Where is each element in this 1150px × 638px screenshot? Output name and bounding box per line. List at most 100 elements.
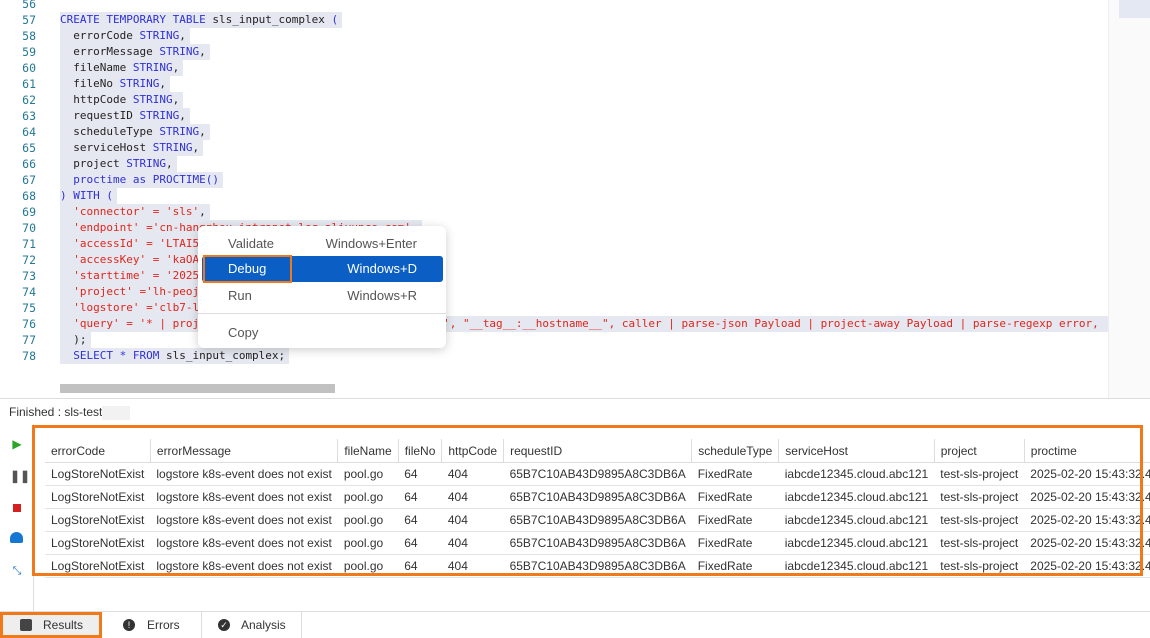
code-token: sls_input_complex;: [165, 349, 286, 362]
play-icon[interactable]: ▶: [10, 437, 24, 451]
line-number: 69: [22, 205, 36, 219]
code-text: CREATE TEMPORARY TABLE sls_input_complex…: [60, 12, 343, 28]
code-text: fileName STRING,: [60, 60, 184, 76]
code-line[interactable]: 57 CREATE TEMPORARY TABLE sls_input_compl…: [0, 12, 1108, 28]
code-token: STRING: [139, 109, 180, 122]
code-text: project STRING,: [60, 156, 177, 172]
tab-results[interactable]: Results: [0, 612, 102, 638]
code-line[interactable]: 73 'starttime' = '2025: [0, 268, 1108, 284]
menu-item-validate[interactable]: Validate Windows+Enter: [202, 231, 443, 257]
dashboard-icon[interactable]: [10, 532, 24, 546]
code-line[interactable]: 67 proctime as PROCTIME(): [0, 172, 1108, 188]
code-token: STRING: [119, 77, 160, 90]
code-token: fileNo: [60, 77, 120, 90]
pause-icon[interactable]: ❚❚: [10, 469, 30, 483]
code-token: ', "__tag__:__hostname__", caller | pars…: [443, 317, 1112, 330]
code-token: ,: [199, 205, 206, 218]
code-text: ) WITH (: [60, 188, 117, 204]
code-text: 'starttime' = '2025: [60, 268, 204, 284]
code-token: STRING: [159, 125, 200, 138]
code-token: ,: [179, 109, 186, 122]
code-text: 'project' ='lh-peoj: [60, 284, 204, 300]
code-line[interactable]: 63 requestID STRING,: [0, 108, 1108, 124]
code-text: 'connector' = 'sls',: [60, 204, 210, 220]
code-line[interactable]: 77 );: [0, 332, 1108, 348]
code-line[interactable]: 70 'endpoint' ='cn-hangzhou-intranet.log…: [0, 220, 1108, 236]
code-text: 'accessId' = 'LTAI5: [60, 236, 204, 252]
code-token: 'logstore' ='clb7-l: [60, 301, 200, 314]
code-line[interactable]: 71 'accessId' = 'LTAI5: [0, 236, 1108, 252]
minimap[interactable]: [1108, 0, 1150, 398]
code-token: STRING: [139, 29, 180, 42]
line-number: 72: [22, 253, 36, 267]
code-token: STRING: [132, 93, 173, 106]
code-token: errorCode: [60, 29, 140, 42]
code-token: requestID: [60, 109, 140, 122]
context-menu: Validate Windows+Enter Debug Windows+D Run…: [198, 226, 446, 348]
code-editor[interactable]: 56 57 CREATE TEMPORARY TABLE sls_input_com…: [0, 0, 1116, 398]
debug-highlight-box: [203, 255, 292, 283]
results-highlight-box: [32, 425, 1143, 576]
line-number: 68: [22, 189, 36, 203]
code-text: httpCode STRING,: [60, 92, 184, 108]
code-text: requestID STRING,: [60, 108, 190, 124]
code-line[interactable]: 60 fileName STRING,: [0, 60, 1108, 76]
line-number: 75: [22, 301, 36, 315]
code-line[interactable]: 76 'query' = '* | proj ', "__tag__:__host…: [0, 316, 1116, 332]
line-number: 56: [22, 0, 36, 11]
menu-label: Copy: [228, 325, 259, 340]
menu-label: Validate: [228, 236, 275, 251]
code-line[interactable]: 78 SELECT * FROM sls_input_complex;: [0, 348, 1108, 364]
tab-errors[interactable]: ! Errors: [101, 612, 202, 638]
line-number: 61: [22, 77, 36, 91]
line-number: 58: [22, 29, 36, 43]
code-token: ,: [192, 141, 200, 154]
code-token: scheduleType: [60, 125, 160, 138]
code-line[interactable]: 65 serviceHost STRING,: [0, 140, 1108, 156]
code-token: ,: [179, 29, 186, 42]
code-text: 'logstore' ='clb7-l: [60, 300, 204, 316]
line-number: 60: [22, 61, 36, 75]
code-text: 'accessKey' = 'kaOA: [60, 252, 204, 268]
stop-icon[interactable]: [10, 501, 24, 515]
menu-shortcut: Windows+D: [347, 261, 417, 276]
code-text: serviceHost STRING,: [60, 140, 204, 156]
code-token: STRING: [132, 61, 173, 74]
code-line[interactable]: 75 'logstore' ='clb7-l: [0, 300, 1108, 316]
code-token: STRING: [159, 45, 200, 58]
fullscreen-icon[interactable]: ⤡: [10, 564, 24, 578]
code-token: 'accessId' = 'LTAI5: [60, 237, 200, 250]
code-line[interactable]: 68 ) WITH (: [0, 188, 1108, 204]
code-text: fileNo STRING,: [60, 76, 170, 92]
menu-item-run[interactable]: Run Windows+R: [202, 283, 443, 309]
menu-item-copy[interactable]: Copy: [202, 320, 443, 346]
line-number: 71: [22, 237, 36, 251]
code-token: 'connector' = 'sls': [60, 205, 200, 218]
code-line[interactable]: 69 'connector' = 'sls',: [0, 204, 1108, 220]
code-line[interactable]: 58 errorCode STRING,: [0, 28, 1108, 44]
line-number: 76: [22, 317, 36, 331]
code-text: SELECT * FROM sls_input_complex;: [60, 348, 290, 364]
code-line[interactable]: 56: [0, 0, 1108, 12]
code-text: errorCode STRING,: [60, 28, 190, 44]
line-number: 74: [22, 285, 36, 299]
code-line[interactable]: 61 fileNo STRING,: [0, 76, 1108, 92]
tab-label: Analysis: [241, 618, 286, 632]
horizontal-scrollbar[interactable]: [60, 384, 335, 393]
redacted-area: [102, 405, 131, 420]
code-line[interactable]: 74 'project' ='lh-peoj: [0, 284, 1108, 300]
code-line[interactable]: 64 scheduleType STRING,: [0, 124, 1108, 140]
code-line[interactable]: 72 'accessKey' = 'kaOA: [0, 252, 1108, 268]
code-line[interactable]: 62 httpCode STRING,: [0, 92, 1108, 108]
code-token: ,: [199, 125, 206, 138]
menu-shortcut: Windows+Enter: [325, 236, 417, 251]
code-token: ,: [172, 61, 180, 74]
code-token: ,: [159, 77, 166, 90]
minimap-slider[interactable]: [1119, 0, 1150, 18]
status-text: Finished : sls-test: [9, 405, 103, 419]
code-line[interactable]: 66 project STRING,: [0, 156, 1108, 172]
code-token: (: [331, 13, 339, 26]
line-number: 67: [22, 173, 36, 187]
tab-analysis[interactable]: ✓ Analysis: [201, 612, 302, 638]
code-line[interactable]: 59 errorMessage STRING,: [0, 44, 1108, 60]
